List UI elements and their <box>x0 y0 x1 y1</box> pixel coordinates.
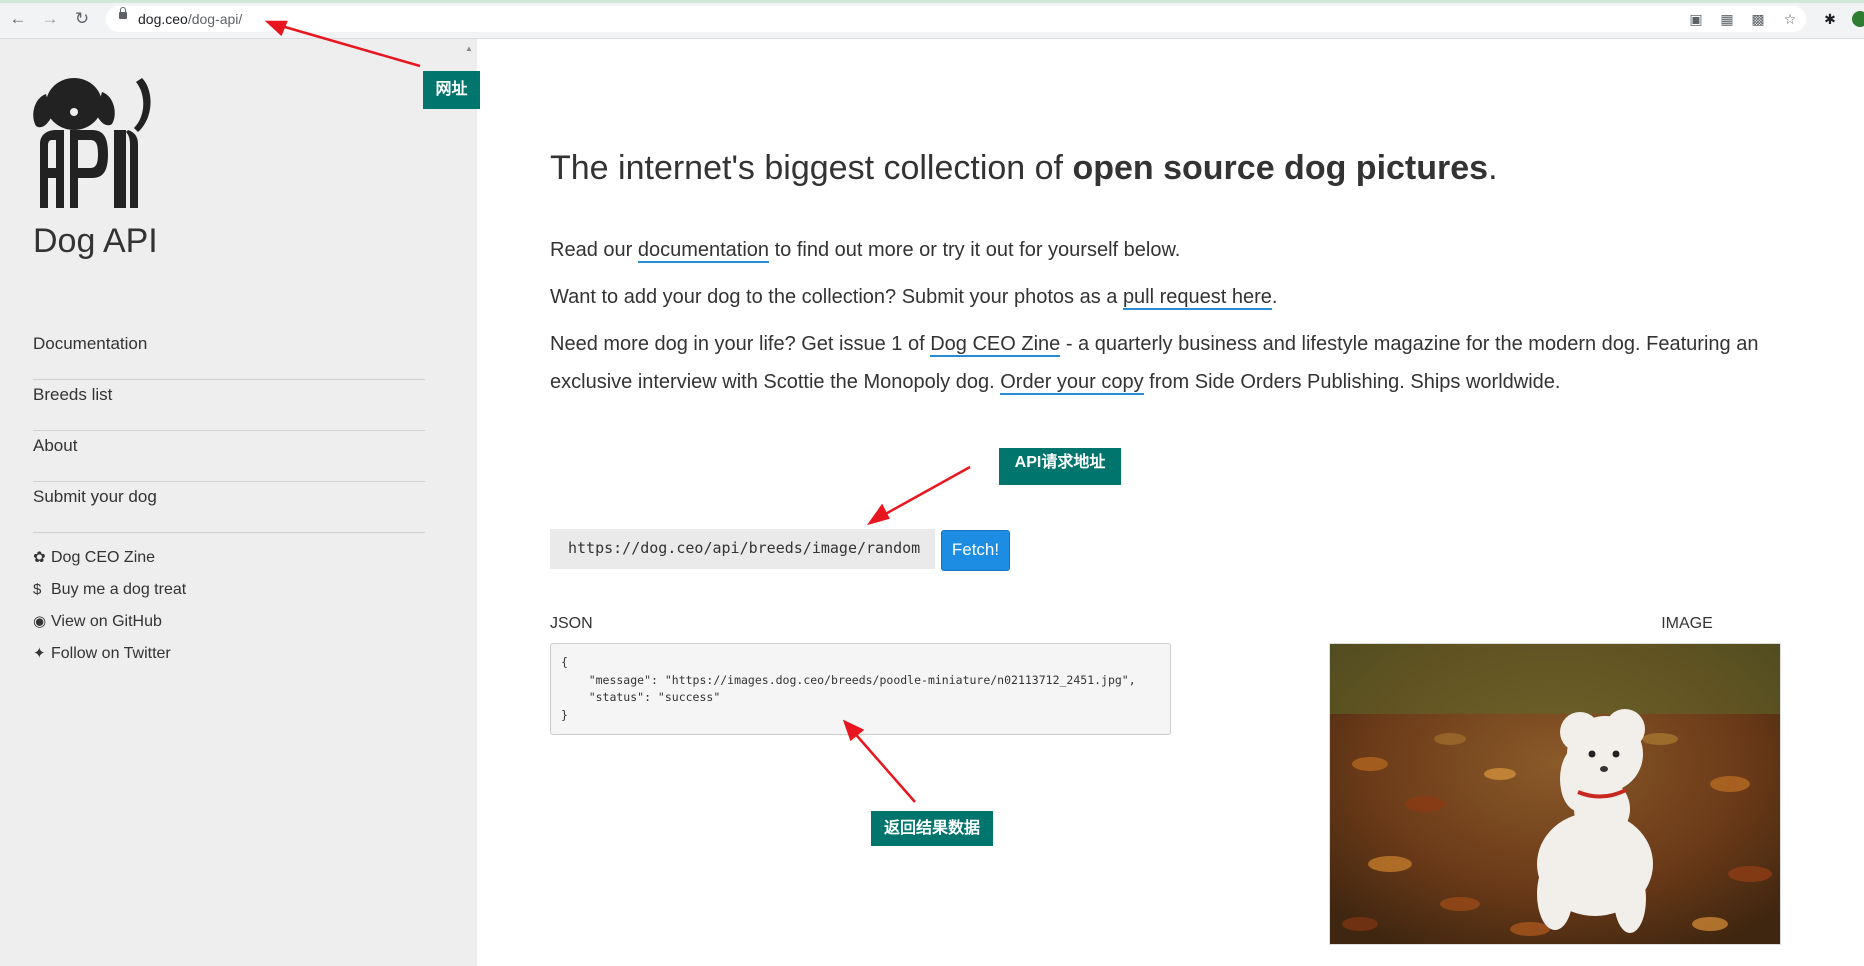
url-domain: dog.ceo <box>138 11 188 27</box>
link-buy-dog-treat[interactable]: $ Buy me a dog treat <box>33 574 186 606</box>
text: from Side Orders Publishing. Ships world… <box>1143 371 1561 393</box>
arrowhead-api-url <box>866 503 890 526</box>
url-callout: 网址 <box>423 71 480 109</box>
headline-text: The internet's biggest collection of <box>550 149 1073 187</box>
dollar-icon: $ <box>33 581 42 598</box>
github-icon: ◉ <box>33 613 47 630</box>
site-title: Dog API <box>33 222 158 260</box>
text: - a quarterly business and lifestyle mag… <box>1060 333 1759 355</box>
sidebar-item-label: Documentation <box>33 334 148 353</box>
extensions-puzzle-icon[interactable]: ✱ <box>1820 9 1840 29</box>
tab-strip-edge <box>0 0 1864 3</box>
text: to find out more or try it out for yours… <box>769 239 1181 261</box>
link-dog-ceo-zine[interactable]: ✿ Dog CEO Zine <box>33 542 186 574</box>
api-url-field[interactable]: https://dog.ceo/api/breeds/image/random <box>550 529 935 569</box>
paragraph-documentation: Read our documentation to find out more … <box>550 231 1180 269</box>
text: exclusive interview with Scottie the Mon… <box>550 371 1001 393</box>
sidebar-item-label: Submit your dog <box>33 487 157 506</box>
paragraph-zine: Need more dog in your life? Get issue 1 … <box>550 325 1758 363</box>
profile-avatar[interactable] <box>1852 11 1864 27</box>
headline-period: . <box>1488 149 1498 187</box>
arrow-to-api-url <box>879 465 971 519</box>
json-output: { "message": "https://images.dog.ceo/bre… <box>550 643 1171 735</box>
sidebar-item-label: Breeds list <box>33 385 113 404</box>
sidebar-nav: Documentation Breeds list About Submit y… <box>33 329 425 533</box>
text: Read our <box>550 239 638 261</box>
arrow-to-json <box>850 728 916 803</box>
headline-bold: open source dog pictures <box>1072 149 1489 187</box>
paragraph-zine-line2: exclusive interview with Scottie the Mon… <box>550 363 1560 401</box>
scroll-up-arrow-icon[interactable]: ▲ <box>465 44 473 53</box>
sidebar-item-about[interactable]: About <box>33 431 425 482</box>
dog-photo <box>1329 643 1781 945</box>
link-label: View on GitHub <box>51 613 162 630</box>
qr-code-icon[interactable]: ▦ <box>1717 9 1737 29</box>
link-label: Dog CEO Zine <box>51 549 156 566</box>
reload-icon[interactable]: ↻ <box>72 9 92 29</box>
cast-icon[interactable]: ▣ <box>1686 9 1706 29</box>
sidebar-item-label: About <box>33 436 78 455</box>
order-your-copy-link[interactable]: Order your copy <box>1000 371 1144 395</box>
link-label: Follow on Twitter <box>51 645 171 662</box>
link-view-on-github[interactable]: ◉ View on GitHub <box>33 606 186 638</box>
image-label: IMAGE <box>1661 615 1713 632</box>
forward-arrow-icon[interactable]: → <box>40 9 60 29</box>
link-label: Buy me a dog treat <box>51 581 187 598</box>
json-text: { "message": "https://images.dog.ceo/bre… <box>561 655 1136 722</box>
url-text[interactable]: dog.ceo/dog-api/ <box>138 11 242 27</box>
paw-icon: ✿ <box>33 549 46 566</box>
json-label: JSON <box>550 615 593 632</box>
api-url-callout: API请求地址 <box>999 448 1121 485</box>
sidebar: ▲ Dog API Documentation Breeds list Abou… <box>0 39 477 966</box>
text: Want to add your dog to the collection? … <box>550 286 1123 308</box>
sidebar-links: ✿ Dog CEO Zine $ Buy me a dog treat ◉ View … <box>33 542 186 670</box>
result-callout: 返回结果数据 <box>871 811 993 846</box>
sidebar-item-submit-your-dog[interactable]: Submit your dog <box>33 482 425 533</box>
text: Need more dog in your life? Get issue 1 … <box>550 333 931 355</box>
link-follow-on-twitter[interactable]: ✦ Follow on Twitter <box>33 638 186 670</box>
documentation-link[interactable]: documentation <box>637 239 770 263</box>
address-bar[interactable]: dog.ceo/dog-api/ <box>106 6 1806 32</box>
text: . <box>1271 286 1278 308</box>
dog-api-logo-icon <box>33 78 151 208</box>
fetch-button[interactable]: Fetch! <box>941 530 1010 571</box>
pull-request-link[interactable]: pull request here <box>1122 286 1272 310</box>
url-path: /dog-api/ <box>187 11 243 27</box>
page-headline: The internet's biggest collection of ope… <box>550 149 1498 188</box>
twitter-icon: ✦ <box>33 645 46 662</box>
sidebar-item-breeds-list[interactable]: Breeds list <box>33 380 425 431</box>
dog-ceo-zine-link[interactable]: Dog CEO Zine <box>930 333 1061 357</box>
back-arrow-icon[interactable]: ← <box>8 9 28 29</box>
sidebar-item-documentation[interactable]: Documentation <box>33 329 425 380</box>
bookmark-star-icon[interactable]: ☆ <box>1780 9 1800 29</box>
paragraph-submit: Want to add your dog to the collection? … <box>550 278 1277 316</box>
lock-icon[interactable] <box>119 7 127 19</box>
browser-toolbar: ← → ↻ dog.ceo/dog-api/ ▣ ▦ ▩ ☆ ✱ <box>0 0 1864 39</box>
translate-icon[interactable]: ▩ <box>1748 9 1768 29</box>
api-url-text: https://dog.ceo/api/breeds/image/random <box>568 539 921 557</box>
